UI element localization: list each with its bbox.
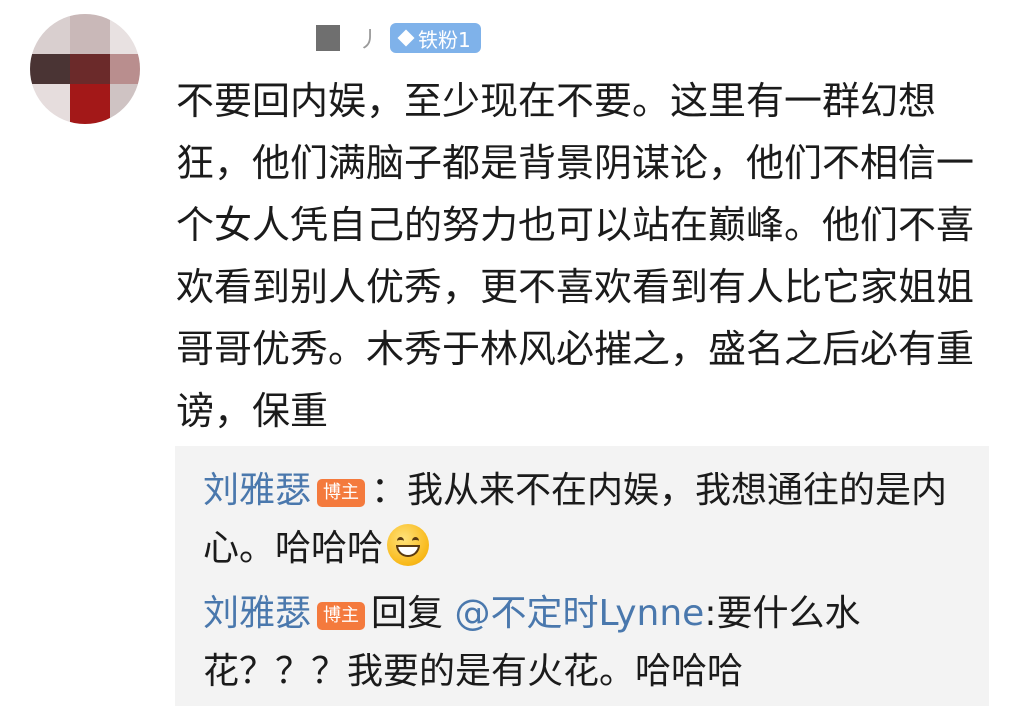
- fan-badge-label: 铁粉1: [418, 27, 471, 52]
- reply-text: 我从来不在内娱，我想通往的是内心。哈哈哈: [203, 470, 948, 569]
- diamond-icon: [397, 29, 415, 47]
- mention-link[interactable]: @不定时Lynne: [454, 593, 704, 634]
- comment-text: 不要回内娱，至少现在不要。这里有一群幻想狂，他们满脑子都是背景阴谋论，他们不相信…: [176, 79, 975, 433]
- author-badge: 博主: [317, 479, 366, 507]
- author-badge: 博主: [317, 602, 366, 630]
- fan-level-badge[interactable]: 铁粉1: [390, 23, 481, 53]
- reply-item: 刘雅瑟 博主 回复 @不定时Lynne:要什么水花？？？我要的是有火花。哈哈哈: [203, 585, 983, 701]
- commenter-avatar[interactable]: [30, 14, 140, 124]
- reply-item: 刘雅瑟 博主 ：我从来不在内娱，我想通往的是内心。哈哈哈: [203, 462, 983, 578]
- reply-username[interactable]: 刘雅瑟: [203, 470, 311, 511]
- reply-separator: ：: [371, 470, 408, 511]
- commenter-name-tail[interactable]: 丿: [358, 22, 380, 54]
- reply-prefix: 回复: [371, 593, 455, 634]
- comment-header: 丿 铁粉1: [178, 20, 481, 56]
- commenter-name-redacted[interactable]: [316, 25, 340, 51]
- reply-username[interactable]: 刘雅瑟: [203, 593, 311, 634]
- grinning-face-emoji: [387, 524, 430, 566]
